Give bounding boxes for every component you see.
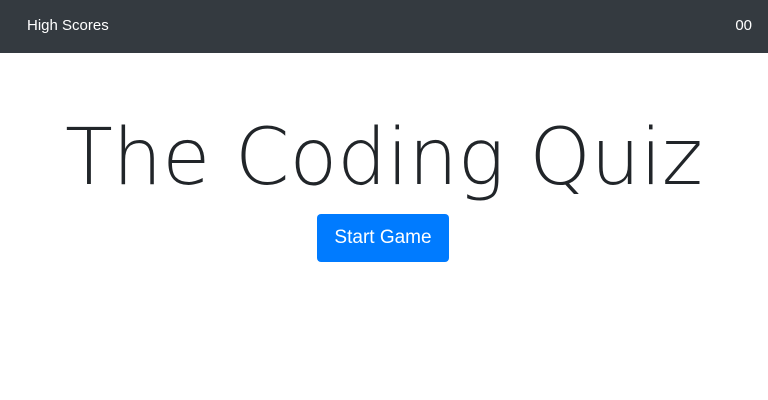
start-game-button[interactable]: Start Game [317,214,449,262]
top-navbar: High Scores 00 [0,0,768,53]
high-scores-link[interactable]: High Scores [27,17,109,35]
timer-display: 00 [735,17,752,34]
page-title: The Coding Quiz [65,113,703,203]
